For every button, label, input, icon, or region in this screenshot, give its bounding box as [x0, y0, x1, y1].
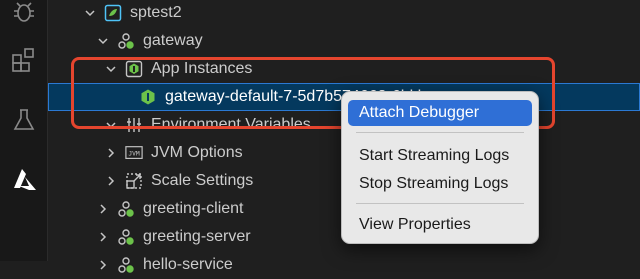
instance-icon — [139, 88, 157, 106]
chevron-right-icon[interactable] — [103, 173, 119, 189]
svg-text:JVM: JVM — [128, 151, 140, 158]
menu-separator — [356, 203, 524, 204]
app-icon — [117, 228, 135, 246]
jvm-icon: JVM — [125, 144, 143, 162]
chevron-down-icon[interactable] — [103, 117, 119, 133]
tree-item-hello-service[interactable]: hello-service — [48, 251, 640, 279]
env-vars-icon — [125, 116, 143, 134]
menu-item-stop-streaming-logs[interactable]: Stop Streaming Logs — [348, 171, 532, 197]
app-icon — [117, 256, 135, 274]
tree-item-app-instances[interactable]: App Instances — [48, 55, 640, 83]
chevron-right-icon[interactable] — [95, 229, 111, 245]
context-menu: Attach Debugger Start Streaming Logs Sto… — [341, 91, 539, 244]
bug-icon[interactable] — [6, 0, 42, 30]
menu-item-attach-debugger[interactable]: Attach Debugger — [348, 100, 532, 126]
tree-item-gateway[interactable]: gateway — [48, 27, 640, 55]
extensions-icon[interactable] — [6, 42, 42, 78]
menu-item-view-properties[interactable]: View Properties — [348, 212, 532, 238]
menu-separator — [356, 132, 524, 133]
spring-app-icon — [104, 4, 122, 22]
activity-bar — [0, 0, 48, 261]
testing-flask-icon[interactable] — [6, 102, 42, 138]
app-icon — [117, 32, 135, 50]
azure-icon[interactable] — [6, 162, 42, 198]
scale-icon — [125, 172, 143, 190]
chevron-right-icon[interactable] — [95, 201, 111, 217]
menu-item-start-streaming-logs[interactable]: Start Streaming Logs — [348, 143, 532, 169]
tree-item-sptest2[interactable]: sptest2 — [48, 0, 640, 27]
chevron-right-icon[interactable] — [103, 145, 119, 161]
chevron-down-icon[interactable] — [103, 61, 119, 77]
chevron-down-icon[interactable] — [82, 5, 98, 21]
chevron-right-icon[interactable] — [95, 257, 111, 273]
app-icon — [117, 200, 135, 218]
instances-icon — [125, 60, 143, 78]
chevron-down-icon[interactable] — [95, 33, 111, 49]
